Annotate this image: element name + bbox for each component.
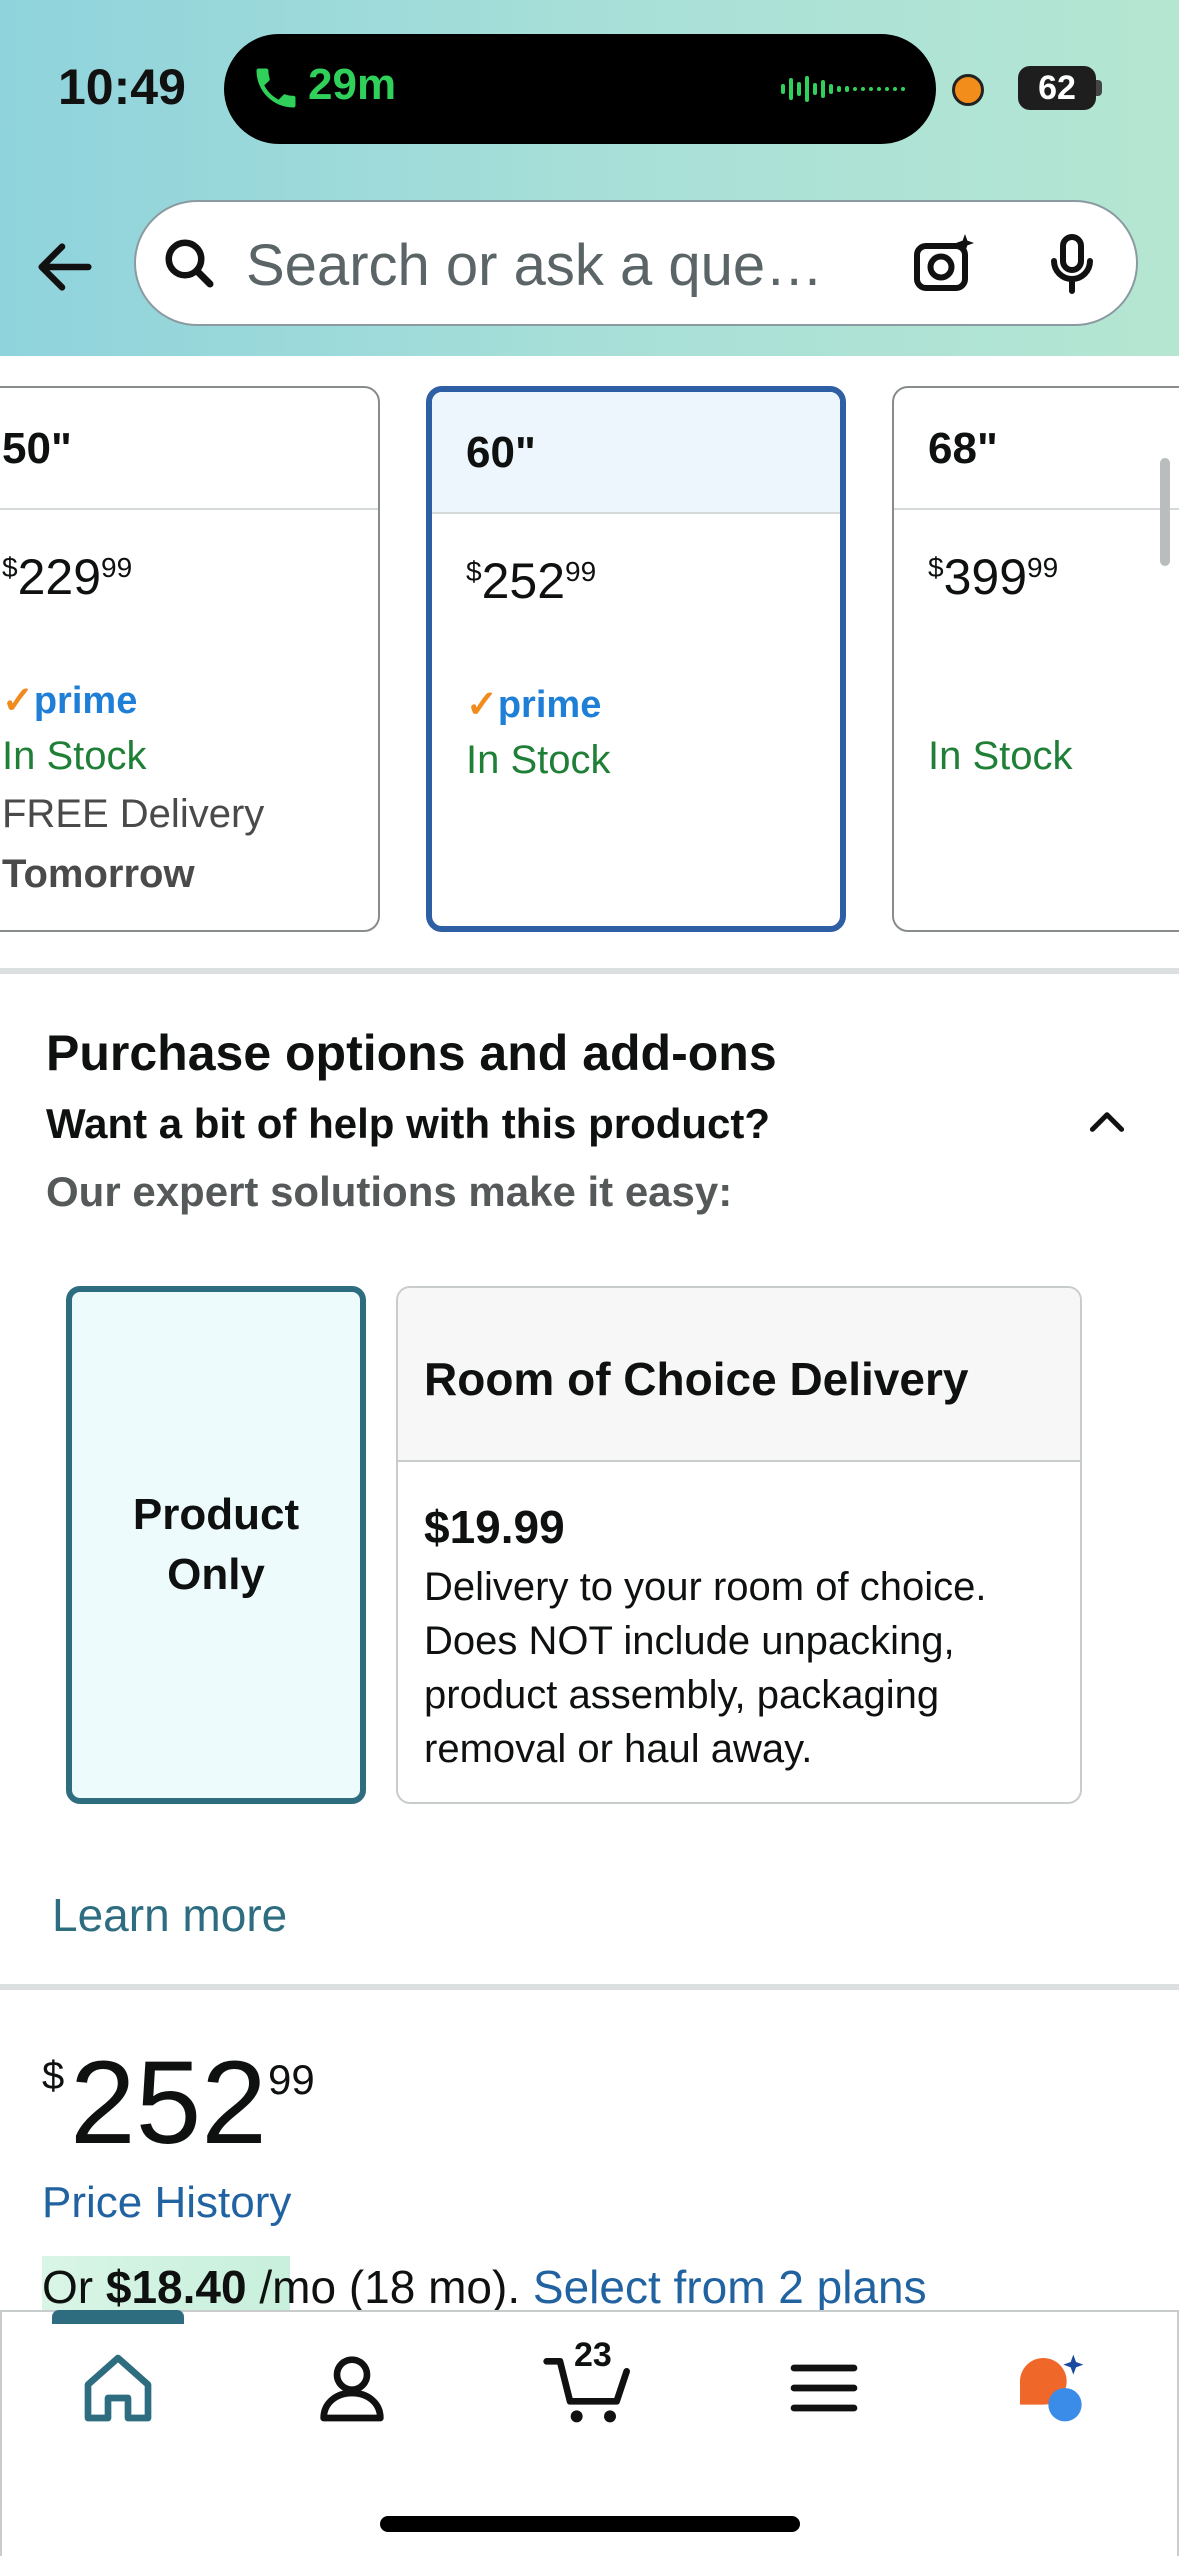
size-price: $22999 [2,549,133,605]
price-history-link[interactable]: Price History [42,2178,291,2228]
product-only-label: Product Only [132,1490,300,1599]
option-room-of-choice-delivery[interactable]: Room of Choice Delivery $19.99 Delivery … [396,1286,1082,1804]
active-tab-indicator [52,2310,184,2324]
size-price: $25299 [466,553,597,609]
phone-icon [256,68,296,108]
size-option-60-selected[interactable]: 60" $25299 ✓prime In Stock [426,386,846,932]
section-divider [0,1984,1179,1990]
financing-offer: Or $18.40 /mo (18 mo). Select from 2 pla… [42,2261,927,2313]
size-label: 68" [928,424,998,473]
cart-count-badge: 23 [574,2336,612,2374]
search-input[interactable]: Search or ask a que… [134,200,1138,326]
price-cents: 99 [268,2056,315,2103]
scrollbar[interactable] [1160,458,1170,566]
room-option-price: $19.99 [424,1501,565,1553]
rufus-assistant-icon[interactable] [1010,2348,1090,2428]
call-duration: 29m [308,60,397,109]
room-option-title: Room of Choice Delivery [424,1353,969,1405]
battery-indicator: 62 [1018,66,1096,110]
back-arrow-icon[interactable] [30,232,100,302]
learn-more-link[interactable]: Learn more [52,1888,287,1942]
size-price: $39999 [928,549,1059,605]
delivery-info: FREE Delivery [2,792,265,836]
menu-icon[interactable] [784,2348,864,2428]
home-icon[interactable] [78,2348,158,2428]
dynamic-island-call[interactable]: 29m [224,34,936,144]
purchase-options-title: Purchase options and add-ons [46,1025,777,1081]
prime-badge: ✓prime [466,684,602,726]
help-heading: Want a bit of help with this product? [46,1100,771,1147]
stock-status: In Stock [928,734,1073,778]
option-product-only[interactable]: Product Only [66,1286,366,1804]
price-dollars: 252 [70,2037,267,2169]
stock-status: In Stock [2,734,147,778]
home-indicator [380,2516,800,2532]
size-option-68[interactable]: 68" $39999 In Stock [892,386,1179,932]
status-time: 10:49 [58,59,186,115]
room-option-description: Delivery to your room of choice. Does NO… [424,1565,987,1771]
chevron-up-icon[interactable] [1082,1096,1132,1146]
prime-badge: ✓prime [2,680,138,722]
size-label: 60" [466,428,536,477]
delivery-day: Tomorrow [2,852,195,896]
battery-tip [1096,80,1102,96]
audio-waveform-icon [781,76,905,102]
size-option-50[interactable]: 50" $22999 ✓prime In Stock FREE Delivery… [0,386,380,932]
microphone-icon[interactable] [1036,228,1108,300]
price-currency: $ [42,2054,65,2098]
camera-search-icon[interactable] [908,228,980,300]
select-plans-link[interactable]: Select from 2 plans [533,2261,927,2313]
expert-subheading: Our expert solutions make it easy: [46,1168,733,1215]
account-icon[interactable] [312,2348,392,2428]
mic-in-use-indicator [952,74,984,106]
section-divider [0,968,1179,974]
search-placeholder: Search or ask a que… [246,233,824,298]
stock-status: In Stock [466,738,611,782]
search-icon [165,239,214,288]
size-label: 50" [2,424,72,473]
